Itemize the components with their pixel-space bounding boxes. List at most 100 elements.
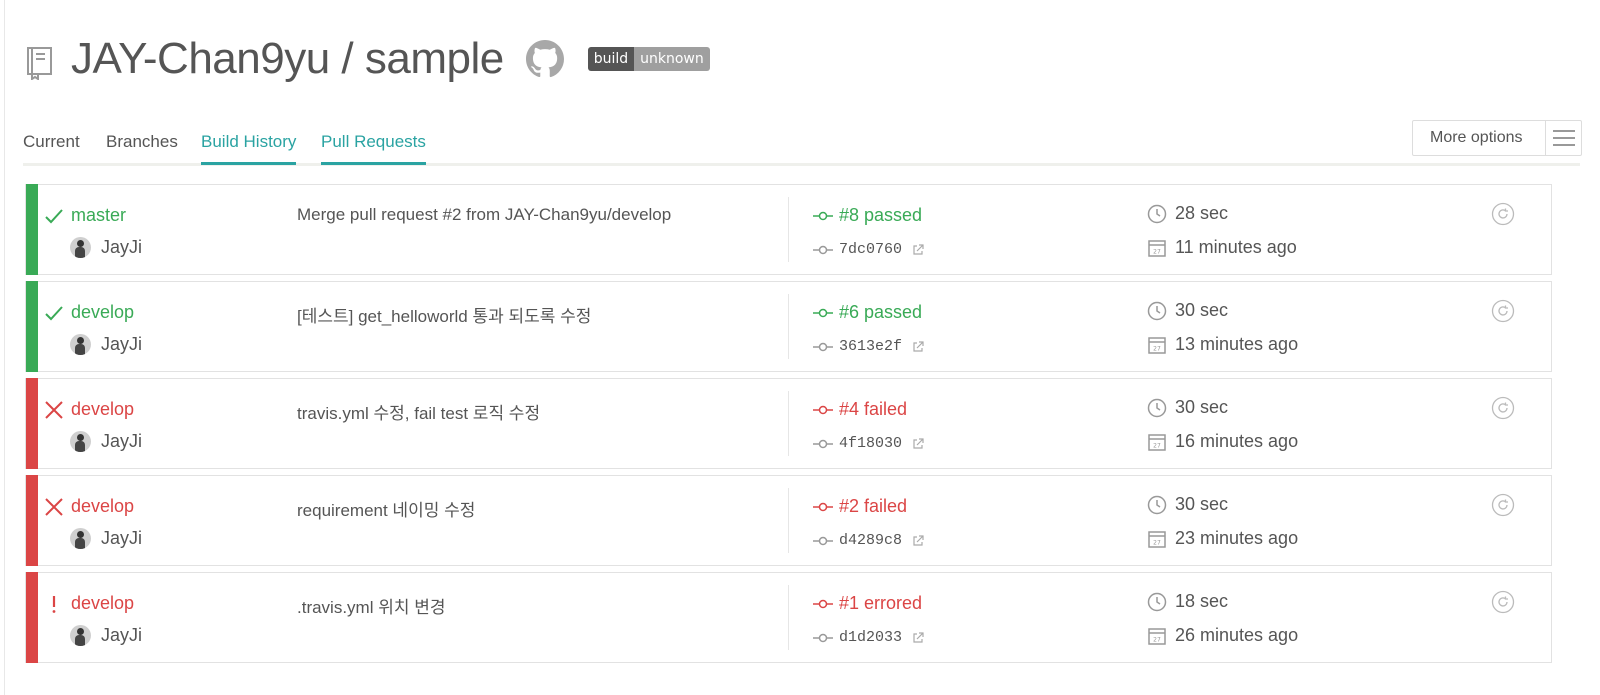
repo-title[interactable]: JAY-Chan9yu / sample [71, 34, 504, 84]
build-finished: 27 13 minutes ago [1147, 334, 1298, 355]
build-duration: 28 sec [1147, 203, 1228, 224]
commit-icon [813, 536, 833, 545]
more-options-button[interactable]: More options [1412, 120, 1582, 156]
build-status-badge[interactable]: build unknown [587, 47, 710, 71]
external-link-icon [913, 631, 924, 643]
cross-icon [45, 498, 63, 516]
svg-text:27: 27 [1153, 442, 1161, 449]
avatar [70, 237, 91, 258]
build-state-text: #1 errored [839, 593, 923, 613]
restart-build-icon[interactable] [1491, 493, 1515, 517]
calendar-icon: 27 [1148, 530, 1166, 548]
build-row[interactable]: develop JayJi travis.yml 수정, fail test 로… [25, 378, 1552, 469]
avatar [70, 431, 91, 452]
build-row[interactable]: master JayJi Merge pull request #2 from … [25, 184, 1552, 275]
build-row[interactable]: develop JayJi [테스트] get_helloworld 통과 되도… [25, 281, 1552, 372]
finished-text: 11 minutes ago [1175, 237, 1297, 257]
build-finished: 27 23 minutes ago [1147, 528, 1298, 549]
build-row[interactable]: develop JayJi .travis.yml 위치 변경 #1 error… [25, 572, 1552, 663]
github-icon[interactable] [525, 40, 564, 78]
build-icon [813, 599, 833, 608]
commit-author: JayJi [70, 528, 142, 549]
build-number-state[interactable]: #2 failed [813, 496, 907, 517]
restart-build-icon[interactable] [1491, 590, 1515, 614]
build-state-text: #6 passed [839, 302, 923, 322]
calendar-icon: 27 [1148, 239, 1166, 257]
finished-text: 23 minutes ago [1175, 528, 1299, 548]
tab-branches[interactable]: Branches [106, 132, 178, 152]
svg-text:27: 27 [1153, 248, 1161, 255]
divider [788, 197, 789, 262]
build-number-state[interactable]: #4 failed [813, 399, 907, 420]
build-icon [813, 211, 833, 220]
repo-tabs: Current Branches Build History Pull Requ… [23, 120, 1582, 166]
svg-text:27: 27 [1153, 636, 1161, 643]
restart-build-icon[interactable] [1491, 396, 1515, 420]
tab-pull-requests[interactable]: Pull Requests [321, 132, 426, 165]
tab-build-history[interactable]: Build History [201, 132, 297, 165]
check-icon [45, 306, 63, 321]
build-duration: 18 sec [1147, 591, 1228, 612]
status-stripe [26, 378, 38, 469]
build-icon [813, 405, 833, 414]
svg-text:27: 27 [1153, 539, 1161, 546]
build-finished: 27 16 minutes ago [1147, 431, 1298, 452]
clock-icon [1147, 398, 1167, 417]
status-stripe [26, 572, 38, 663]
commit-author: JayJi [70, 334, 142, 355]
commit-sha[interactable]: 4f18030 [813, 435, 924, 452]
branch-name[interactable]: master [71, 205, 126, 226]
duration-text: 30 sec [1175, 300, 1229, 320]
status-stripe [26, 475, 38, 566]
commit-author: JayJi [70, 237, 142, 258]
branch-name[interactable]: develop [71, 593, 134, 614]
commit-sha[interactable]: 7dc0760 [813, 241, 924, 258]
restart-build-icon[interactable] [1491, 299, 1515, 323]
restart-build-icon[interactable] [1491, 202, 1515, 226]
svg-text:27: 27 [1153, 345, 1161, 352]
hamburger-menu-icon[interactable] [1545, 121, 1581, 155]
clock-icon [1147, 204, 1167, 223]
calendar-icon: 27 [1148, 627, 1166, 645]
build-finished: 27 26 minutes ago [1147, 625, 1298, 646]
author-name: JayJi [101, 237, 143, 257]
build-number-state[interactable]: #6 passed [813, 302, 922, 323]
external-link-icon [913, 243, 924, 255]
duration-text: 30 sec [1175, 397, 1229, 417]
branch-name[interactable]: develop [71, 399, 134, 420]
status-stripe [26, 184, 38, 275]
exclamation-icon [52, 596, 56, 613]
commit-message[interactable]: requirement 네이밍 수정 [297, 496, 475, 521]
commit-message[interactable]: [테스트] get_helloworld 통과 되도록 수정 [297, 302, 591, 327]
duration-text: 28 sec [1175, 203, 1229, 223]
external-link-icon [913, 437, 924, 449]
duration-text: 30 sec [1175, 494, 1229, 514]
branch-name[interactable]: develop [71, 496, 134, 517]
commit-sha[interactable]: d1d2033 [813, 629, 924, 646]
check-icon [45, 209, 63, 224]
cross-icon [45, 401, 63, 419]
divider [788, 294, 789, 359]
calendar-icon: 27 [1148, 433, 1166, 451]
badge-label: build [587, 47, 635, 71]
commit-sha[interactable]: d4289c8 [813, 532, 924, 549]
build-number-state[interactable]: #8 passed [813, 205, 922, 226]
branch-name[interactable]: develop [71, 302, 134, 323]
commit-sha[interactable]: 3613e2f [813, 338, 924, 355]
clock-icon [1147, 495, 1167, 514]
build-icon [813, 502, 833, 511]
status-stripe [26, 281, 38, 372]
divider [788, 488, 789, 553]
commit-sha-text: 7dc0760 [839, 241, 903, 258]
build-row[interactable]: develop JayJi requirement 네이밍 수정 #2 fail… [25, 475, 1552, 566]
commit-message[interactable]: .travis.yml 위치 변경 [297, 593, 446, 618]
commit-author: JayJi [70, 431, 142, 452]
external-link-icon [913, 340, 924, 352]
tab-current[interactable]: Current [23, 132, 80, 152]
build-state-text: #4 failed [839, 399, 908, 419]
commit-message[interactable]: Merge pull request #2 from JAY-Chan9yu/d… [297, 205, 671, 225]
build-number-state[interactable]: #1 errored [813, 593, 922, 614]
divider [788, 585, 789, 650]
page: JAY-Chan9yu / sample build unknown Curre… [4, 0, 1600, 695]
commit-message[interactable]: travis.yml 수정, fail test 로직 수정 [297, 399, 540, 424]
